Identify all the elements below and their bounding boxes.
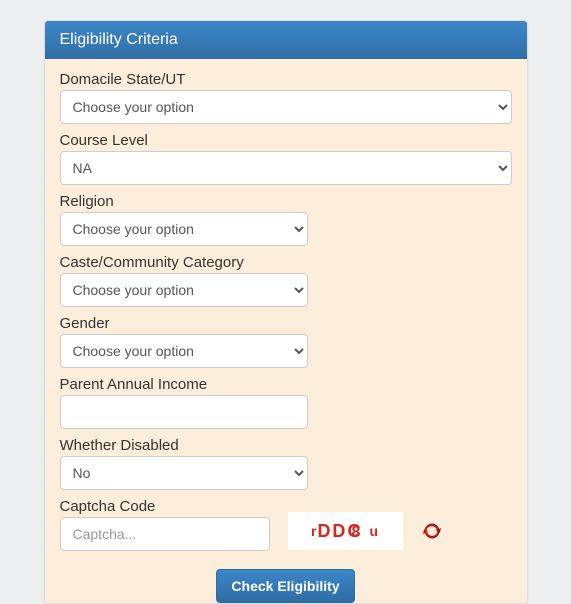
disabled-label: Whether Disabled bbox=[60, 437, 512, 454]
domicile-select[interactable]: Choose your option bbox=[60, 90, 512, 124]
captcha-input[interactable] bbox=[60, 517, 270, 551]
income-label: Parent Annual Income bbox=[60, 376, 512, 393]
caste-label: Caste/Community Category bbox=[60, 254, 512, 271]
check-eligibility-button[interactable]: Check Eligibility bbox=[216, 569, 354, 603]
caste-select[interactable]: Choose your option bbox=[60, 273, 308, 307]
income-input[interactable] bbox=[60, 395, 308, 429]
refresh-icon[interactable] bbox=[421, 520, 443, 542]
eligibility-panel: Eligibility Criteria Domacile State/UT C… bbox=[44, 20, 528, 604]
domicile-label: Domacile State/UT bbox=[60, 71, 512, 88]
disabled-select[interactable]: No bbox=[60, 456, 308, 490]
captcha-image: rDDC8u bbox=[288, 512, 403, 550]
panel-title: Eligibility Criteria bbox=[45, 21, 527, 59]
course-level-select[interactable]: NA bbox=[60, 151, 512, 185]
course-level-label: Course Level bbox=[60, 132, 512, 149]
panel-body: Domacile State/UT Choose your option Cou… bbox=[45, 59, 527, 603]
captcha-label: Captcha Code bbox=[60, 498, 270, 515]
gender-label: Gender bbox=[60, 315, 512, 332]
gender-select[interactable]: Choose your option bbox=[60, 334, 308, 368]
religion-label: Religion bbox=[60, 193, 512, 210]
religion-select[interactable]: Choose your option bbox=[60, 212, 308, 246]
